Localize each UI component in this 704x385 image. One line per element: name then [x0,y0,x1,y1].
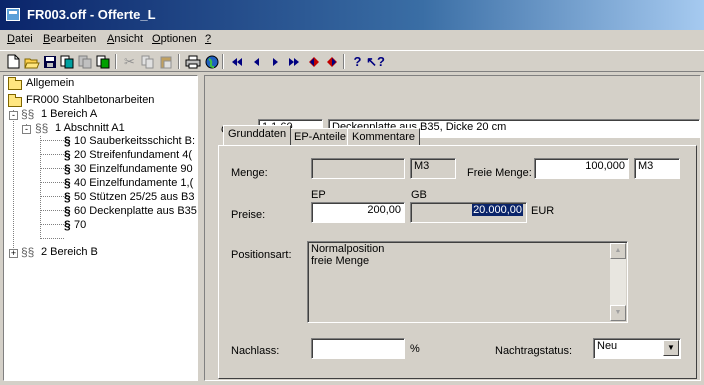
percent-label: % [410,343,420,355]
save-icon[interactable] [41,53,58,70]
nachtragstatus-select[interactable]: Neu ▼ [593,338,681,359]
nachlass-field[interactable] [311,338,405,359]
tree-node-position[interactable]: § 20 Streifenfundament 4( [64,148,196,162]
freie-menge-field[interactable]: 100,000 [534,158,629,179]
menu-help[interactable]: ? [205,33,211,45]
toolbar: ✂ ? ↖? [0,50,704,72]
folder-icon [8,77,22,90]
position-icon: § [64,204,71,218]
position-tree[interactable]: Allgemein FR000 Stahlbetonarbeiten - §§ … [3,75,198,381]
tree-node-position[interactable]: § 10 Sauberkeitsschicht B: [64,134,196,148]
gb-header: GB [411,189,427,201]
section-icon: §§ [35,121,49,135]
insert-after-icon[interactable] [323,53,340,70]
toolbar-separator [222,54,224,69]
nachtragstatus-value: Neu [597,340,618,352]
position-icon: § [64,162,71,176]
expand-icon[interactable]: + [9,249,18,258]
toolbar-separator [343,54,345,69]
menu-bearbeiten[interactable]: Bearbeiten [43,33,96,45]
chevron-down-icon[interactable]: ▼ [663,340,679,356]
positionsart-line: Normalposition [311,243,385,255]
tree-node-allgemein[interactable]: Allgemein [8,77,194,91]
menge-unit-field: M3 [410,158,456,179]
menu-optionen[interactable]: Optionen [152,33,197,45]
ep-header: EP [311,189,326,201]
splitter[interactable] [199,75,203,385]
gb-field[interactable]: 20.000,00 [410,202,527,223]
first-icon[interactable] [228,53,245,70]
position-icon: § [64,176,71,190]
scrollbar[interactable]: ▲ ▼ [610,243,626,321]
section-icon: §§ [21,245,35,259]
section-icon: §§ [21,107,35,121]
next-icon[interactable] [266,53,283,70]
tree-line [40,168,64,169]
nachlass-label: Nachlass: [231,345,280,357]
tab-ep-anteile[interactable]: EP-Anteile [289,128,351,146]
menge-field[interactable] [311,158,405,179]
toolbar-separator [115,54,117,69]
globe-icon[interactable] [203,53,220,70]
tree-node-bereich-b[interactable]: + §§ 2 Bereich B [8,245,194,260]
position-icon: § [64,148,71,162]
tree-node-position[interactable]: § 40 Einzelfundamente 1,( [64,176,196,190]
help-icon[interactable]: ? [349,53,366,70]
context-help-icon[interactable]: ↖? [366,53,385,70]
tree-line [40,140,64,141]
folder-icon [8,94,22,107]
duplicate-doc-icon[interactable] [95,53,112,70]
copy-icon[interactable] [139,53,156,70]
positionsart-line: freie Menge [311,255,370,267]
cut-icon[interactable]: ✂ [121,53,138,70]
collapse-icon[interactable]: - [22,125,31,134]
toolbar-separator [178,54,180,69]
paste-icon[interactable] [157,53,174,70]
previous-icon[interactable] [248,53,265,70]
freie-menge-unit-field[interactable]: M3 [634,158,680,179]
position-icon: § [64,218,71,232]
tree-line [40,238,64,239]
scroll-down-icon[interactable]: ▼ [610,305,626,321]
position-icon: § [64,134,71,148]
window-title: FR003.off - Offerte_L [27,7,156,22]
tree-node-position-selected[interactable]: § 60 Deckenplatte aus B35 [64,204,197,218]
print-icon[interactable] [184,53,201,70]
tree-node-position[interactable]: § 50 Stützen 25/25 aus B3 [64,190,196,204]
app-icon [6,8,20,21]
ep-field[interactable]: 200,00 [311,202,405,223]
tree-node-bereich-a[interactable]: - §§ 1 Bereich A [8,107,194,122]
positionsart-label: Positionsart: [231,249,292,261]
tree-node-position[interactable]: § 30 Einzelfundamente 90 [64,162,196,176]
tree-line [40,224,64,225]
scroll-up-icon[interactable]: ▲ [610,243,626,259]
tab-grunddaten[interactable]: Grunddaten [223,125,292,145]
copy-doc-icon[interactable] [59,53,76,70]
tree-node-position[interactable]: § 70 [64,218,196,232]
tree-line [40,182,64,183]
menge-label: Menge: [231,167,268,179]
position-icon: § [64,190,71,204]
paste-doc-icon[interactable] [77,53,94,70]
open-folder-icon[interactable] [23,53,40,70]
preise-label: Preise: [231,209,266,221]
title-bar[interactable]: FR003.off - Offerte_L [0,0,704,30]
positionsart-list[interactable]: Normalposition freie Menge ▲ ▼ [307,241,628,323]
menu-ansicht[interactable]: Ansicht [107,33,143,45]
menu-bar: Datei Bearbeiten Ansicht Optionen ? [0,30,704,49]
insert-before-icon[interactable] [305,53,322,70]
tree-node-fr000[interactable]: FR000 Stahlbetonarbeiten [8,94,194,108]
tree-line [40,210,64,211]
tree-line [40,196,64,197]
gb-value: 20.000,00 [472,204,523,216]
menu-datei[interactable]: Datei [7,33,33,45]
collapse-icon[interactable]: - [9,111,18,120]
tab-kommentare[interactable]: Kommentare [347,128,420,146]
nachtragstatus-label: Nachtragstatus: [495,345,573,357]
last-icon[interactable] [285,53,302,70]
currency-label: EUR [531,205,555,217]
new-file-icon[interactable] [5,53,22,70]
freie-menge-label: Freie Menge: [467,167,532,179]
tree-line [40,154,64,155]
